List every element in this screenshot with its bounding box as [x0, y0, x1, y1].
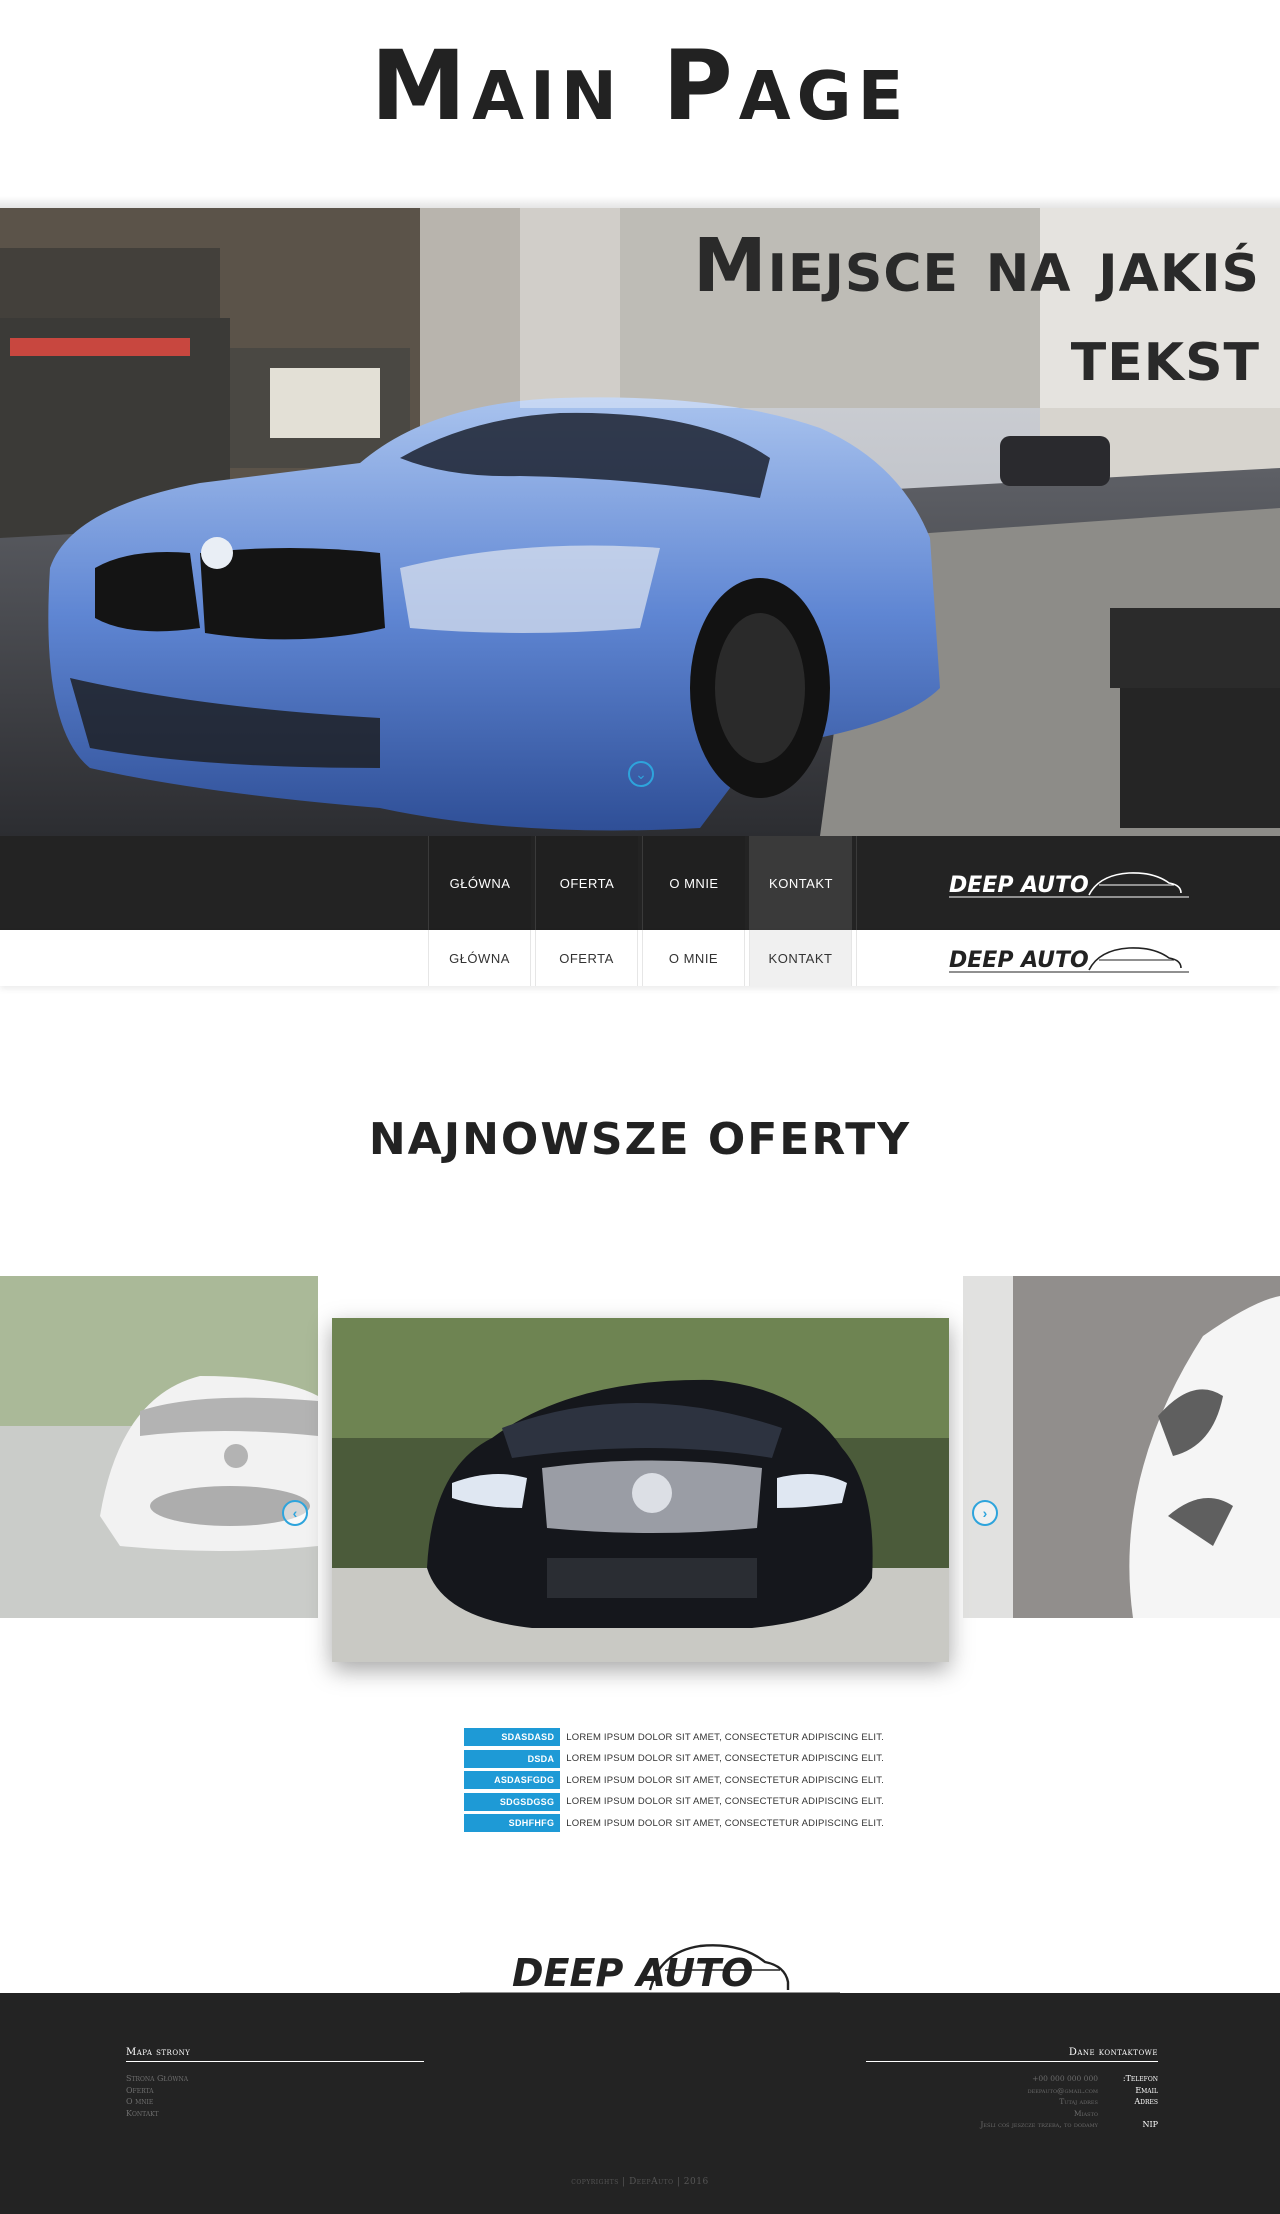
footer-logo[interactable]: DEEP AUTO	[450, 1932, 850, 1996]
contact-email-label: Email	[1135, 2085, 1158, 2095]
offer-slide-active[interactable]	[332, 1318, 949, 1662]
contact-details: +00 000 000 000 deepauto@gmail.com Tutaj…	[866, 2073, 1158, 2131]
footer-link-kontakt[interactable]: Kontakt	[126, 2108, 424, 2120]
chevron-down-circle-icon[interactable]: ⌄	[628, 761, 654, 787]
nav-item-glowna[interactable]: Główna	[428, 836, 531, 930]
main-nav-dark: Główna Oferta O mnie Kontakt DEEP AUTO	[0, 836, 1280, 930]
spec-key: asdasfgdg	[464, 1771, 561, 1789]
footer-link-o-mnie[interactable]: O mnie	[126, 2096, 424, 2108]
spec-value: Lorem ipsum dolor sit amet, consectetur …	[566, 1774, 884, 1786]
offer-car-photo	[963, 1276, 1280, 1618]
footer-link-oferta[interactable]: Oferta	[126, 2085, 424, 2097]
main-nav-light: Główna Oferta O mnie Kontakt DEEP AUTO	[0, 930, 1280, 986]
nav-item-o-mnie[interactable]: O mnie	[642, 836, 745, 930]
copyright: copyrights | DeepAuto | 2016	[571, 2177, 709, 2187]
footer-sitemap-links: Strona Główna Oferta O mnie Kontakt	[126, 2073, 424, 2119]
contact-city-label	[1114, 2108, 1158, 2120]
logo[interactable]: DEEP AUTO	[856, 836, 1280, 930]
spec-row: sdasdasd Lorem ipsum dolor sit amet, con…	[464, 1728, 884, 1746]
offer-slide-prev[interactable]	[0, 1276, 318, 1618]
spec-value: Lorem ipsum dolor sit amet, consectetur …	[566, 1753, 884, 1764]
spec-key: sdasdasd	[464, 1728, 561, 1746]
contact-address-label: Adres	[1134, 2097, 1158, 2106]
nav-items: Główna Oferta O mnie Kontakt	[428, 836, 852, 930]
nav-item-kontakt-light[interactable]: Kontakt	[749, 930, 852, 986]
page-title: Main Page	[370, 30, 910, 142]
offer-car-photo	[332, 1318, 949, 1662]
spec-key: sdgsdgsg	[464, 1792, 561, 1811]
offers-title: NAJNOWSZE OFERTY	[368, 1114, 912, 1165]
contact-nip-label: NIP	[1142, 2120, 1158, 2129]
nav-item-kontakt[interactable]: Kontakt	[749, 836, 852, 930]
contact-city-value: Miasto	[1073, 2108, 1098, 2118]
nav-item-o-mnie-light[interactable]: O mnie	[642, 930, 745, 986]
logo-text-light: DEEP AUTO	[949, 948, 1089, 973]
hero-headline: Miejsce na jakiś tekst	[500, 222, 1260, 400]
contact-labels: :Telefon Email Adres NIP	[1114, 2073, 1158, 2131]
spec-key: sdhfhfg	[464, 1814, 561, 1832]
footer-contact: Dane kontaktowe +00 000 000 000 deepauto…	[866, 2047, 1158, 2131]
spec-row: sdgsdgsg Lorem ipsum dolor sit amet, con…	[464, 1792, 884, 1811]
footer-sitemap-title: Mapa strony	[126, 2047, 424, 2062]
contact-phone-value: +00 000 000 000	[1032, 2074, 1098, 2083]
offer-specs-list: sdasdasd Lorem ipsum dolor sit amet, con…	[464, 1728, 884, 1836]
car-outline-icon: DEEP AUTO	[460, 1944, 840, 1995]
footer-link-strona-glowna[interactable]: Strona Główna	[126, 2073, 424, 2085]
contact-address-value: Tutaj adres	[1059, 2097, 1098, 2106]
footer-contact-title: Dane kontaktowe	[866, 2047, 1158, 2062]
car-outline-icon: DEEP AUTO	[948, 947, 1189, 973]
contact-nip-value: Jeśli coś jeszcze trzeba, to dodamy	[980, 2120, 1098, 2129]
nav-item-oferta-light[interactable]: Oferta	[535, 930, 638, 986]
contact-phone-label: :Telefon	[1122, 2074, 1158, 2083]
nav-item-glowna-light[interactable]: Główna	[428, 930, 531, 986]
hero-banner: Miejsce na jakiś tekst ⌄	[0, 208, 1280, 836]
hero-headline-line-2: tekst	[1070, 311, 1260, 398]
chevron-right-circle-icon[interactable]: ›	[972, 1500, 998, 1526]
logo-text: DEEP AUTO	[949, 873, 1089, 898]
spec-row: asdasfgdg Lorem ipsum dolor sit amet, co…	[464, 1771, 884, 1789]
footer-sitemap: Mapa strony Strona Główna Oferta O mnie …	[126, 2047, 424, 2119]
contact-email-value: deepauto@gmail.com	[1027, 2085, 1098, 2095]
footer-logo-text: DEEP AUTO	[512, 1951, 753, 1995]
nav-items-light: Główna Oferta O mnie Kontakt	[428, 930, 852, 986]
spec-value: Lorem ipsum dolor sit amet, consectetur …	[566, 1817, 884, 1829]
offer-slide-next[interactable]	[963, 1276, 1280, 1618]
spec-key: dsda	[464, 1749, 561, 1768]
chevron-left-circle-icon[interactable]: ‹	[282, 1500, 308, 1526]
spec-row: dsda Lorem ipsum dolor sit amet, consect…	[464, 1749, 884, 1768]
hero-headline-line-1: Miejsce na jakiś	[693, 223, 1260, 309]
spec-value: Lorem ipsum dolor sit amet, consectetur …	[566, 1796, 884, 1807]
spec-value: Lorem ipsum dolor sit amet, consectetur …	[566, 1731, 884, 1743]
footer: Mapa strony Strona Główna Oferta O mnie …	[0, 1993, 1280, 2214]
offer-car-photo	[0, 1276, 318, 1618]
nav-item-oferta[interactable]: Oferta	[535, 836, 638, 930]
logo-light[interactable]: DEEP AUTO	[856, 930, 1280, 986]
contact-values: +00 000 000 000 deepauto@gmail.com Tutaj…	[980, 2073, 1098, 2131]
car-outline-icon: DEEP AUTO	[948, 872, 1189, 898]
spec-row: sdhfhfg Lorem ipsum dolor sit amet, cons…	[464, 1814, 884, 1832]
